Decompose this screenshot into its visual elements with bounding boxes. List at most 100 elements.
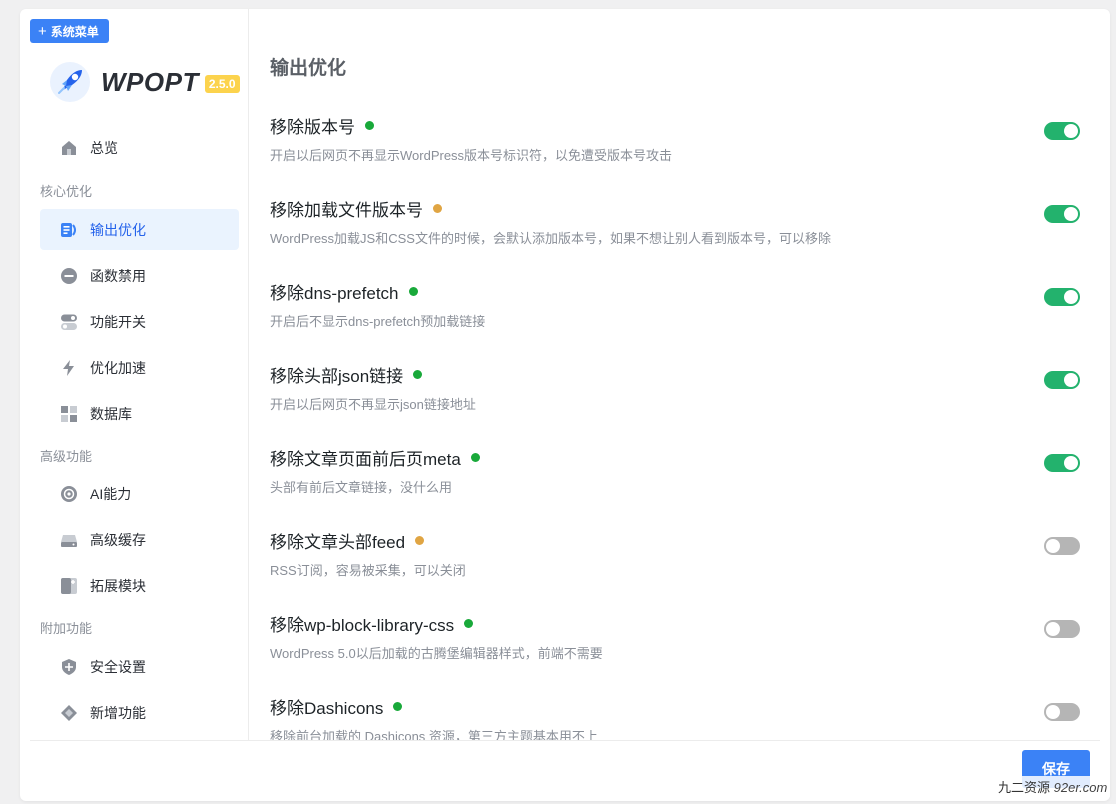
- option-toggle[interactable]: [1044, 537, 1080, 555]
- option-description: 开启后不显示dns-prefetch预加载链接: [270, 314, 486, 329]
- status-dot: [470, 453, 480, 462]
- sidebar-item-ai[interactable]: AI能力: [40, 473, 239, 514]
- option-row: 移除加载文件版本号 WordPress加载JS和CSS文件的时候，会默认添加版本…: [270, 196, 1090, 266]
- shield-icon: [60, 658, 78, 676]
- sidebar-item-label: 安全设置: [90, 658, 146, 675]
- system-menu-button[interactable]: + 系统菜单: [30, 19, 109, 43]
- option-title-wrap: 移除wp-block-library-css: [270, 611, 474, 636]
- toggle-knob: [1064, 207, 1078, 221]
- option-toggle[interactable]: [1044, 205, 1080, 223]
- option-title-wrap: 移除版本号: [270, 113, 374, 138]
- option-title: 移除文章头部feed: [270, 533, 406, 552]
- lightning-icon: [60, 359, 78, 377]
- toggle-knob: [1064, 124, 1078, 138]
- option-description: 开启以后网页不再显示json链接地址: [270, 397, 476, 412]
- option-toggle[interactable]: [1044, 703, 1080, 721]
- option-description: WordPress加载JS和CSS文件的时候，会默认添加版本号，如果不想让别人看…: [270, 231, 831, 246]
- option-description: 移除前台加载的 Dashicons 资源，第三方主题基本用不上: [270, 729, 598, 740]
- option-row: 移除dns-prefetch 开启后不显示dns-prefetch预加载链接: [270, 279, 1090, 349]
- option-toggle[interactable]: [1044, 288, 1080, 306]
- option-description: 头部有前后文章链接，没什么用: [270, 480, 453, 495]
- section-extra: 附加功能: [40, 621, 93, 636]
- option-description: 开启以后网页不再显示WordPress版本号标识符，以免遭受版本号攻击: [270, 148, 673, 163]
- sidebar-item-label: 总览: [90, 139, 118, 156]
- toggle-knob: [1064, 290, 1078, 304]
- option-row: 移除wp-block-library-css WordPress 5.0以后加载…: [270, 611, 1090, 681]
- status-dot: [433, 204, 442, 213]
- sidebar-item-label: 优化加速: [90, 359, 146, 376]
- option-row: 移除文章头部feed RSS订阅，容易被采集，可以关闭: [270, 528, 1090, 598]
- sidebar-item-label: 数据库: [90, 405, 132, 422]
- main-content: 输出优化 移除版本号 开启以后网页不再显示WordPress版本号标识符，以免遭…: [270, 9, 1090, 740]
- status-dot: [415, 536, 425, 545]
- status-dot: [365, 121, 374, 130]
- sidebar-item-database[interactable]: 数据库: [40, 393, 239, 434]
- sidebar-item-cache[interactable]: 高级缓存: [40, 519, 239, 560]
- option-row: 移除Dashicons 移除前台加载的 Dashicons 资源，第三方主题基本…: [270, 694, 1090, 740]
- status-dot: [393, 702, 403, 711]
- status-dot: [408, 287, 418, 296]
- ai-icon: [60, 485, 78, 503]
- settings-panel: + 系统菜单 WPOPT 2.5.0 总览 核心优化 输出优化 函数禁用 功能开…: [20, 9, 1110, 801]
- module-icon: [60, 577, 78, 595]
- toggle-knob: [1064, 373, 1078, 387]
- section-advanced: 高级功能: [40, 449, 93, 464]
- toggle-knob: [1046, 705, 1060, 719]
- sidebar-item-label: 函数禁用: [90, 267, 146, 284]
- sidebar-item-output[interactable]: 输出优化: [40, 209, 239, 250]
- sidebar-item-security[interactable]: 安全设置: [40, 646, 239, 687]
- option-title-wrap: 移除头部json链接: [270, 362, 423, 387]
- logo: WPOPT 2.5.0: [50, 62, 240, 102]
- option-row: 移除文章页面前后页meta 头部有前后文章链接，没什么用: [270, 445, 1090, 515]
- sidebar-item-label: 高级缓存: [90, 531, 146, 548]
- sidebar-item-label: 功能开关: [90, 313, 146, 330]
- option-title-wrap: 移除dns-prefetch: [270, 279, 418, 304]
- toggle-knob: [1064, 456, 1078, 470]
- cache-icon: [60, 531, 78, 549]
- option-title-wrap: 移除加载文件版本号: [270, 196, 442, 221]
- minus-circle-icon: [60, 267, 78, 285]
- sidebar-item-disable-functions[interactable]: 函数禁用: [40, 255, 239, 296]
- option-title: 移除版本号: [270, 118, 355, 137]
- option-title: 移除文章页面前后页meta: [270, 450, 461, 469]
- footer: [30, 740, 1100, 801]
- status-dot: [413, 370, 423, 379]
- sidebar-item-new-features[interactable]: 新增功能: [40, 692, 239, 733]
- sidebar-item-label: AI能力: [90, 485, 132, 502]
- option-description: WordPress 5.0以后加载的古腾堡编辑器样式，前端不需要: [270, 646, 603, 661]
- system-menu-label: 系统菜单: [50, 24, 99, 39]
- option-toggle[interactable]: [1044, 122, 1080, 140]
- status-dot: [464, 619, 474, 628]
- option-title: 移除wp-block-library-css: [270, 616, 455, 635]
- sidebar-item-modules[interactable]: 拓展模块: [40, 565, 239, 606]
- sidebar-item-feature-switch[interactable]: 功能开关: [40, 301, 239, 342]
- database-icon: [60, 405, 78, 423]
- home-icon: [60, 139, 78, 157]
- page-title: 输出优化: [270, 58, 347, 79]
- switch-icon: [60, 313, 78, 331]
- option-title: 移除加载文件版本号: [270, 201, 423, 220]
- option-description: RSS订阅，容易被采集，可以关闭: [270, 563, 466, 578]
- option-title: 移除dns-prefetch: [270, 284, 399, 303]
- sidebar-item-label: 新增功能: [90, 704, 146, 721]
- option-toggle[interactable]: [1044, 620, 1080, 638]
- option-toggle[interactable]: [1044, 371, 1080, 389]
- option-row: 移除头部json链接 开启以后网页不再显示json链接地址: [270, 362, 1090, 432]
- plus-icon: +: [38, 22, 47, 40]
- sidebar-item-acceleration[interactable]: 优化加速: [40, 347, 239, 388]
- toggle-knob: [1046, 539, 1060, 553]
- option-title-wrap: 移除Dashicons: [270, 694, 403, 719]
- sidebar-item-overview[interactable]: 总览: [40, 127, 239, 168]
- option-title-wrap: 移除文章头部feed: [270, 528, 425, 553]
- toggle-knob: [1046, 622, 1060, 636]
- option-title-wrap: 移除文章页面前后页meta: [270, 445, 480, 470]
- sidebar-item-label: 拓展模块: [90, 577, 146, 594]
- option-title: 移除Dashicons: [270, 699, 384, 718]
- rocket-logo-icon: [50, 62, 90, 102]
- output-icon: [60, 221, 78, 239]
- watermark: 九二资源 92er.com: [995, 776, 1111, 797]
- section-core: 核心优化: [40, 184, 93, 199]
- option-toggle[interactable]: [1044, 454, 1080, 472]
- version-badge: 2.5.0: [204, 75, 240, 93]
- watermark-domain: 92er.com: [1053, 780, 1108, 795]
